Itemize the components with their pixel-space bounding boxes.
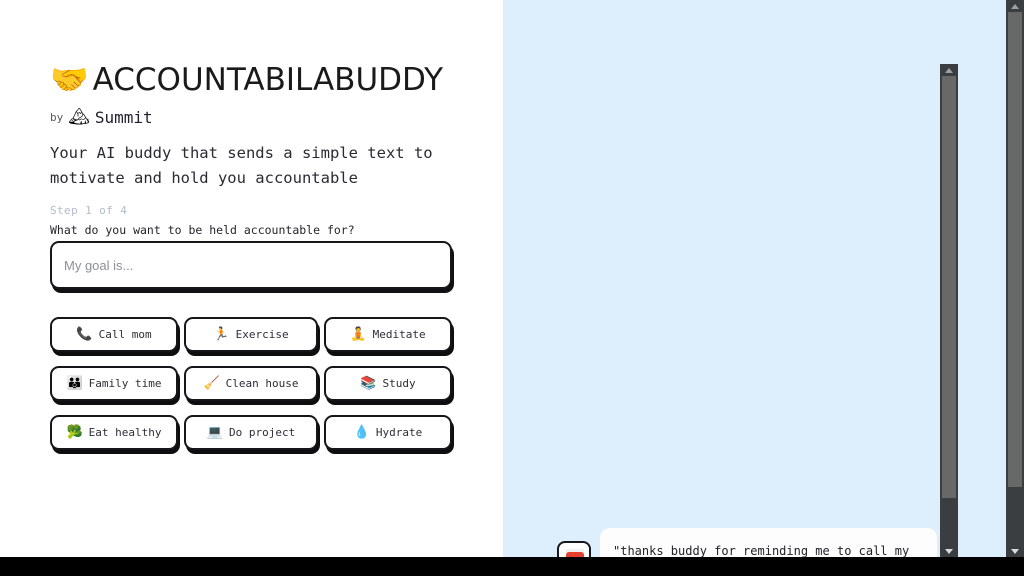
quick-pick-button[interactable]: 🧹 Clean house	[184, 366, 318, 401]
droplet-icon: 💧	[353, 425, 370, 440]
quick-pick-label: Hydrate	[375, 426, 423, 439]
quick-pick-button[interactable]: 💧 Hydrate	[324, 415, 452, 450]
step-indicator: Step 1 of 4	[50, 204, 128, 217]
quick-pick-label: Meditate	[372, 328, 426, 341]
bottom-black-bar	[0, 557, 1024, 576]
page-title: ACCOUNTABILABUDDY	[92, 62, 444, 98]
quick-pick-label: Do project	[228, 426, 296, 439]
brand-header: 🤝 ACCOUNTABILABUDDY	[50, 62, 443, 98]
quick-pick-label: Study	[382, 377, 416, 390]
quick-pick-label: Call mom	[98, 328, 152, 341]
handshake-icon: 🤝	[50, 61, 89, 98]
family-icon: 👪	[66, 376, 83, 391]
scroll-up-arrow-icon[interactable]	[940, 64, 958, 76]
laptop-icon: 💻	[206, 425, 223, 440]
telephone-receiver-icon: 📞	[76, 327, 93, 342]
inner-scrollbar[interactable]	[940, 64, 958, 557]
testimonial-card: "thanks buddy for reminding me to call m…	[600, 528, 937, 557]
quick-pick-label: Family time	[88, 377, 162, 390]
quick-pick-button[interactable]: 📚 Study	[324, 366, 452, 401]
broom-icon: 🧹	[203, 376, 220, 391]
broccoli-icon: 🥦	[66, 425, 83, 440]
quick-pick-button[interactable]: 📞 Call mom	[50, 317, 178, 352]
goal-input-wrapper	[50, 241, 452, 289]
quick-pick-button[interactable]: 🧘 Meditate	[324, 317, 452, 352]
byline: by 🏔 Summit	[50, 108, 153, 127]
mountain-icon: 🏔	[68, 107, 90, 127]
app-screen: 🤝 ACCOUNTABILABUDDY by 🏔 Summit Your AI …	[0, 0, 1024, 576]
quick-pick-button[interactable]: 🏃 Exercise	[184, 317, 318, 352]
testimonial-quote: "thanks buddy for reminding me to call m…	[613, 544, 910, 557]
goal-input[interactable]	[50, 241, 452, 289]
inner-scrollbar-thumb[interactable]	[942, 76, 956, 498]
quick-pick-label: Eat healthy	[88, 426, 162, 439]
person-running-icon: 🏃	[213, 327, 230, 342]
quick-pick-label: Exercise	[235, 328, 289, 341]
quick-pick-button[interactable]: 👪 Family time	[50, 366, 178, 401]
scroll-down-arrow-icon[interactable]	[1006, 545, 1024, 557]
onboarding-panel: 🤝 ACCOUNTABILABUDDY by 🏔 Summit Your AI …	[0, 0, 503, 557]
question-label: What do you want to be held accountable …	[50, 223, 355, 237]
scroll-down-arrow-icon[interactable]	[940, 545, 958, 557]
page-scrollbar[interactable]	[1006, 0, 1024, 557]
quick-pick-grid: 📞 Call mom 🏃 Exercise 🧘 Meditate 👪 Family time 🧹…	[50, 317, 452, 450]
maker-name: Summit	[94, 108, 153, 127]
books-icon: 📚	[360, 376, 377, 391]
quick-pick-label: Clean house	[225, 377, 299, 390]
quick-pick-button[interactable]: 🥦 Eat healthy	[50, 415, 178, 450]
quick-pick-button[interactable]: 💻 Do project	[184, 415, 318, 450]
byline-prefix: by	[50, 111, 64, 124]
person-in-lotus-icon: 🧘	[350, 327, 367, 342]
scroll-up-arrow-icon[interactable]	[1006, 0, 1024, 12]
page-scrollbar-thumb[interactable]	[1008, 12, 1022, 487]
tagline: Your AI buddy that sends a simple text t…	[50, 144, 433, 187]
